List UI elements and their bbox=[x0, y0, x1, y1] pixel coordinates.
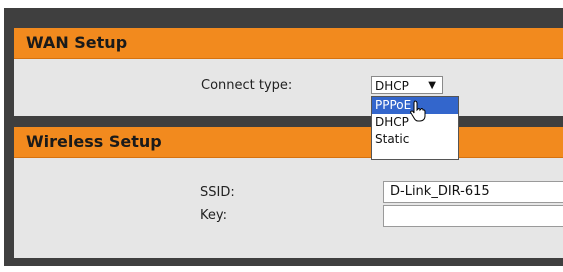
key-input[interactable] bbox=[383, 205, 563, 227]
ssid-input[interactable]: D-Link_DIR-615 bbox=[383, 181, 563, 203]
wireless-setup-panel: Wireless Setup SSID: D-Link_DIR-615 Key: bbox=[14, 127, 563, 258]
connect-type-select[interactable]: DHCP ▼ bbox=[371, 76, 443, 94]
ssid-label: SSID: bbox=[200, 185, 235, 200]
triangle-down-icon: ▼ bbox=[428, 80, 436, 91]
hand-pointer-icon bbox=[410, 100, 426, 122]
connect-type-label: Connect type: bbox=[201, 78, 293, 93]
wan-setup-header: WAN Setup bbox=[14, 28, 563, 59]
wan-setup-panel: WAN Setup Connect type: DHCP ▼ PPPoE DHC… bbox=[14, 28, 563, 160]
key-label: Key: bbox=[200, 208, 228, 223]
option-static[interactable]: Static bbox=[372, 131, 458, 148]
connect-type-value: DHCP bbox=[375, 79, 409, 93]
wireless-setup-header: Wireless Setup bbox=[14, 127, 563, 158]
